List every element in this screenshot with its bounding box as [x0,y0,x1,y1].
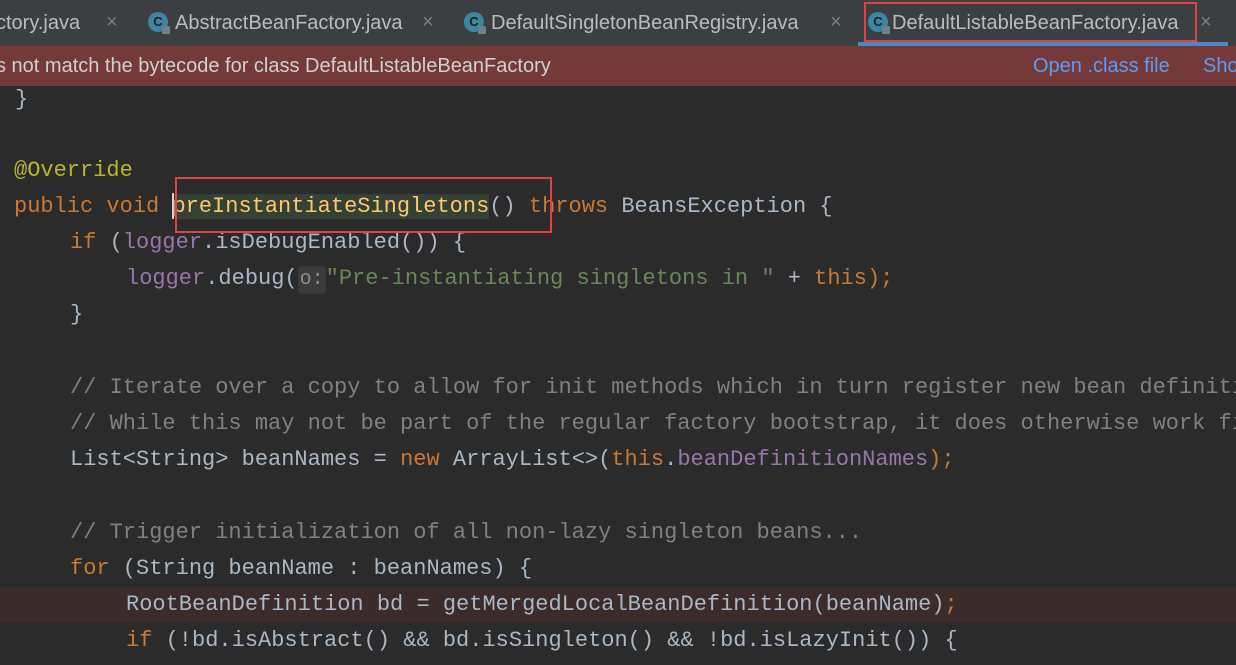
tab-label: AbstractBeanFactory.java [175,12,403,34]
keyword: void [106,194,160,219]
code-text: ); [928,447,955,472]
source-mismatch-banner: s not match the bytecode for class Defau… [0,46,1236,86]
code-line: if (!bd.isAbstract() && bd.isSingleton()… [0,623,1236,659]
banner-message: s not match the bytecode for class Defau… [0,55,551,77]
tab-highlight-box [864,2,1197,42]
tab-label: ctory.java [0,12,81,34]
exception-type: BeansException { [621,194,833,219]
code-text: .debug( [205,266,298,291]
tab-abstract-bean-factory[interactable]: C AbstractBeanFactory.java × [140,0,452,46]
tab-label: DefaultSingletonBeanRegistry.java [491,12,799,34]
keyword: public [14,194,94,219]
code-text: + [774,266,815,291]
closing-brace: } [70,302,84,327]
comment: // Trigger initialization of all non-laz… [70,520,863,545]
code-text: ArrayList<>( [439,447,612,472]
open-class-file-link[interactable]: Open .class file [1033,55,1170,78]
keyword: new [400,447,440,472]
code-text: (!bd.isAbstract() && bd.isSingleton() &&… [152,628,958,653]
keyword: if [70,230,97,255]
code-text: .isDebugEnabled()) { [202,230,467,255]
code-text: ; [944,592,958,617]
keyword: if [126,628,153,653]
java-class-icon: C [464,12,486,34]
string-literal: "Pre-instantiating singletons in " [325,266,775,291]
code-text: . [664,447,678,472]
code-line-highlighted: RootBeanDefinition bd = getMergedLocalBe… [0,587,1236,623]
code-line: // Iterate over a copy to allow for init… [0,370,1236,406]
code-line: logger.debug(o:"Pre-instantiating single… [0,261,1236,297]
closing-brace: } [15,87,29,112]
parameter-hint: o: [297,266,326,294]
field-ref: beanDefinitionNames [677,447,929,472]
code-text: ( [96,230,123,255]
code-line: // While this may not be part of the reg… [0,406,1236,442]
code-line: // Trigger initialization of all non-laz… [0,515,1236,551]
tab-default-singleton-bean-registry[interactable]: C DefaultSingletonBeanRegistry.java × [452,0,856,46]
show-link[interactable]: Sho [1203,55,1236,78]
code-text: (String beanName : beanNames) { [109,556,533,581]
close-icon[interactable]: × [830,11,842,34]
code-line: for (String beanName : beanNames) { [0,551,1236,587]
code-line: } [0,86,1236,118]
method-highlight-box [175,177,552,233]
code-text: ); [866,266,894,291]
field-ref: logger [122,230,203,255]
java-class-icon: C [148,12,170,34]
editor-tab-bar: ctory.java × C AbstractBeanFactory.java … [0,0,1236,46]
keyword: this [611,447,665,472]
code-text: RootBeanDefinition bd = getMergedLocalBe… [126,592,945,617]
keyword: this [814,266,867,291]
keyword: for [70,556,110,581]
override-annotation: @Override [14,158,133,183]
code-editor[interactable]: } @Override public void preInstantiateSi… [0,86,1236,665]
tab-bean-factory[interactable]: ctory.java × [0,0,140,46]
field-ref: logger [126,266,206,291]
close-icon[interactable]: × [422,11,434,34]
close-icon[interactable]: × [106,11,118,34]
close-icon[interactable]: × [1200,11,1212,34]
code-line: } [0,297,1236,333]
code-line: List<String> beanNames = new ArrayList<>… [0,442,1236,478]
comment: // While this may not be part of the reg… [70,411,1236,436]
code-text: List<String> beanNames = [70,447,401,472]
comment: // Iterate over a copy to allow for init… [70,375,1236,400]
